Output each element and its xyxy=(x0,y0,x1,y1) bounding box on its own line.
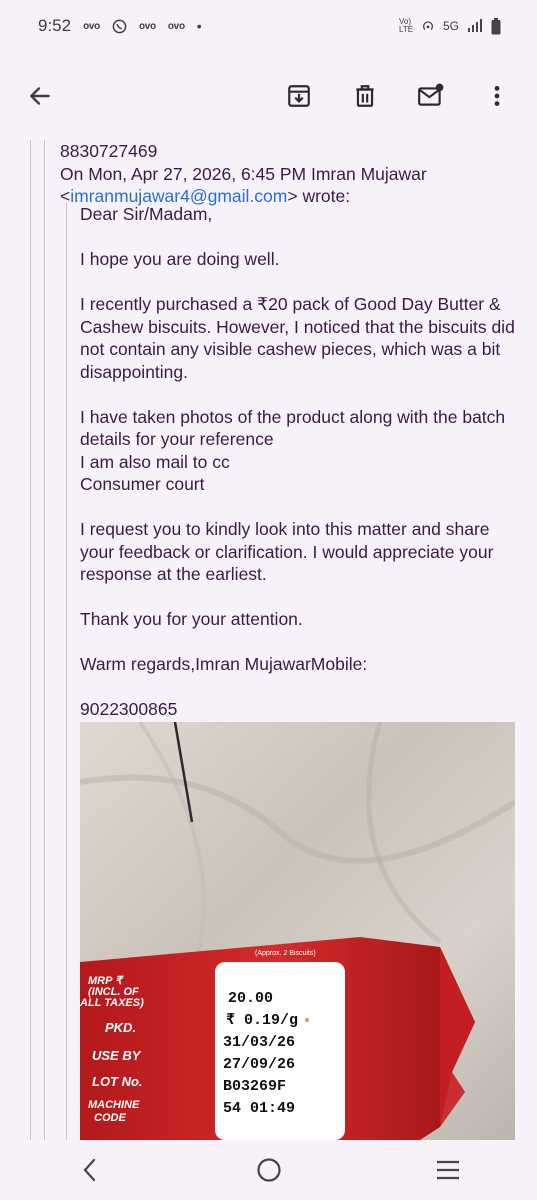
trash-icon xyxy=(356,85,374,107)
email-body: Dear Sir/Madam, I hope you are doing wel… xyxy=(80,203,525,721)
email-toolbar xyxy=(0,52,537,140)
hotspot-icon xyxy=(422,21,434,30)
archive-button[interactable] xyxy=(279,76,319,116)
volte-icon: Vo) LTE xyxy=(398,17,414,34)
archive-icon xyxy=(288,85,310,107)
quote-attribution: On Mon, Apr 27, 2026, 6:45 PM Imran Muja… xyxy=(60,163,427,184)
svg-text:B03269F: B03269F xyxy=(223,1078,286,1095)
attached-photo[interactable]: MRP ₹ (INCL. OF ALL TAXES) PKD. USE BY L… xyxy=(80,722,515,1140)
svg-text:(Approx. 2 Biscuits): (Approx. 2 Biscuits) xyxy=(255,950,316,957)
svg-text:LOT No.: LOT No. xyxy=(92,1074,143,1089)
back-button[interactable] xyxy=(20,76,60,116)
more-vert-icon xyxy=(494,86,500,106)
svg-text:27/09/26: 27/09/26 xyxy=(223,1056,295,1073)
body-paragraph: I hope you are doing well. xyxy=(80,249,280,269)
nav-recents-button[interactable] xyxy=(428,1150,468,1190)
system-nav-bar xyxy=(0,1140,537,1200)
svg-text:USE BY: USE BY xyxy=(92,1048,142,1063)
body-paragraph: I request you to kindly look into this m… xyxy=(80,519,494,584)
svg-text:54 01:49: 54 01:49 xyxy=(223,1100,295,1117)
ovo-notification-icon: ovo xyxy=(167,20,185,32)
biscuit-pack-photo: MRP ₹ (INCL. OF ALL TAXES) PKD. USE BY L… xyxy=(80,722,515,1140)
status-time: 9:52 xyxy=(38,16,72,35)
signature: Warm regards,Imran MujawarMobile: xyxy=(80,654,368,674)
svg-text:20.00: 20.00 xyxy=(228,990,273,1007)
body-paragraph: Thank you for your attention. xyxy=(80,609,303,629)
signal-icon xyxy=(468,19,482,32)
ovo-notification-icon: ovo xyxy=(138,20,156,32)
body-line: Consumer court xyxy=(80,474,205,494)
network-type-label: 5G xyxy=(442,19,459,33)
ovo-notification-icon: ovo xyxy=(83,20,100,32)
mark-unread-button[interactable] xyxy=(411,76,451,116)
status-right: Vo) LTE 5G xyxy=(398,17,501,35)
status-bar: 9:52 ovo ovo ovo • Vo) LTE 5G xyxy=(0,0,537,52)
svg-text:CODE: CODE xyxy=(94,1112,126,1124)
mail-unread-icon xyxy=(418,83,444,106)
signature-phone: 9022300865 xyxy=(80,699,178,719)
nav-back-icon xyxy=(83,1158,95,1182)
quote-border-inner xyxy=(66,203,67,1140)
quote-border-middle xyxy=(44,140,45,1140)
more-notifications-dot-icon: • xyxy=(196,18,202,34)
svg-text:ALL TAXES): ALL TAXES) xyxy=(80,997,144,1009)
svg-text:31/03/26: 31/03/26 xyxy=(223,1034,295,1051)
status-left: 9:52 ovo ovo ovo • xyxy=(38,16,202,36)
svg-text:MACHINE: MACHINE xyxy=(88,1099,140,1111)
body-paragraph: I recently purchased a ₹20 pack of Good … xyxy=(80,294,515,382)
whatsapp-icon xyxy=(112,19,127,33)
battery-icon xyxy=(491,17,501,34)
svg-text:₹ 0.19/g: ₹ 0.19/g xyxy=(226,1012,298,1029)
body-line: I am also mail to cc xyxy=(80,451,230,472)
nav-home-button[interactable] xyxy=(249,1150,289,1190)
nav-recents-icon xyxy=(436,1160,459,1180)
email-content[interactable]: 8830727469 On Mon, Apr 27, 2026, 6:45 PM… xyxy=(0,140,537,1140)
delete-button[interactable] xyxy=(345,76,385,116)
arrow-back-icon xyxy=(30,87,50,105)
quoted-header: 8830727469 On Mon, Apr 27, 2026, 6:45 PM… xyxy=(60,140,530,208)
greeting: Dear Sir/Madam, xyxy=(80,204,213,224)
nav-back-button[interactable] xyxy=(70,1150,110,1190)
body-line: I have taken photos of the product along… xyxy=(80,406,506,450)
phone-number: 8830727469 xyxy=(60,141,158,161)
svg-text:PKD.: PKD. xyxy=(105,1020,136,1035)
nav-home-icon xyxy=(256,1158,281,1182)
more-options-button[interactable] xyxy=(477,76,517,116)
